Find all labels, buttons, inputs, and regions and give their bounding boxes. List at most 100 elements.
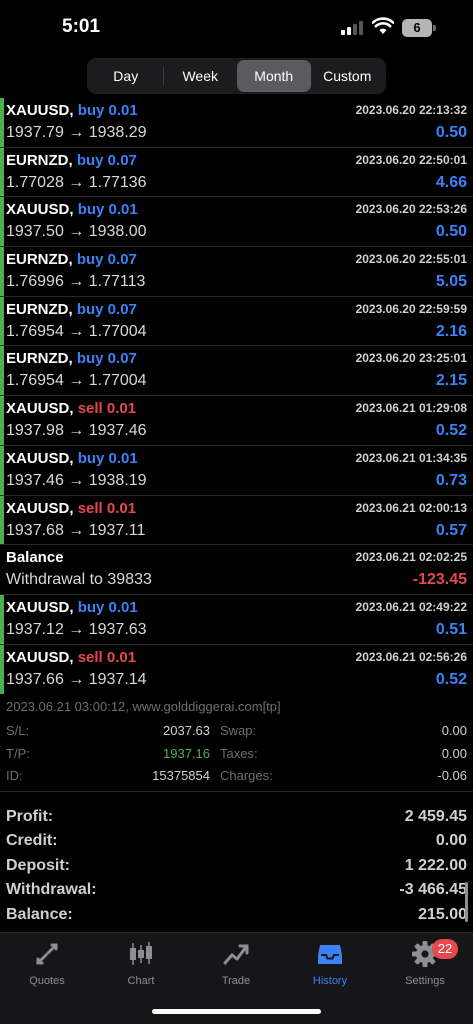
symbol: EURNZD, xyxy=(6,151,73,169)
trade-comment: 2023.06.21 03:00:12, www.golddiggerai.co… xyxy=(6,699,281,715)
scrollbar[interactable] xyxy=(465,882,468,922)
tp-label: T/P: xyxy=(6,746,30,762)
symbol: XAUUSD, xyxy=(6,201,74,219)
symbol: XAUUSD, xyxy=(6,102,74,119)
charges-value: -0.06 xyxy=(437,768,467,784)
history-row[interactable]: EURNZD, buy 0.07 2023.06.20 23:25:01 1.7… xyxy=(0,346,473,397)
trade-trend-icon xyxy=(223,944,249,965)
history-row[interactable]: EURNZD, buy 0.07 2023.06.20 22:55:01 1.7… xyxy=(0,247,473,297)
tab-label: Quotes xyxy=(29,975,65,987)
symbol: XAUUSD, xyxy=(6,499,74,517)
summary-label: Deposit: xyxy=(6,856,70,874)
profit-value: 0.57 xyxy=(435,521,467,539)
candlestick-chart-icon xyxy=(130,942,152,965)
tp-value: 1937.16 xyxy=(163,746,210,762)
sl-value: 2037.63 xyxy=(163,723,210,739)
order-side: buy 0.07 xyxy=(76,251,137,269)
battery-level: 6 xyxy=(413,20,421,35)
tab-chart[interactable]: Chart xyxy=(94,939,188,993)
close-time: 2023.06.20 22:55:01 xyxy=(355,252,467,267)
profit-value: 4.66 xyxy=(435,173,467,191)
history-row[interactable]: XAUUSD, buy 0.01 2023.06.21 01:34:35 193… xyxy=(0,445,473,496)
close-time: 2023.06.21 01:34:35 xyxy=(355,450,467,465)
tab-label: History xyxy=(312,975,348,987)
profit-value: 0.51 xyxy=(435,620,467,638)
cellular-signal-icon xyxy=(341,21,365,35)
profit-value: -123.45 xyxy=(412,571,467,589)
close-time: 2023.06.21 02:56:26 xyxy=(355,649,467,664)
history-row[interactable]: EURNZD, buy 0.07 2023.06.20 22:50:01 1.7… xyxy=(0,147,473,198)
sl-label: S/L: xyxy=(6,723,30,739)
history-row[interactable]: XAUUSD, buy 0.01 2023.06.20 22:53:26 193… xyxy=(0,197,473,248)
price-range: 1.77028 → 1.77136 xyxy=(6,173,147,191)
tab-month[interactable]: Month xyxy=(237,60,311,92)
inbox-tray-icon xyxy=(318,945,342,964)
tab-custom[interactable]: Custom xyxy=(311,60,385,92)
profit-value: 0.52 xyxy=(435,422,467,440)
swap-label: Swap: xyxy=(220,723,257,739)
summary-row-balance: Balance: 215.00 xyxy=(0,904,473,928)
settings-badge: 22 xyxy=(432,939,458,959)
price-range: 1.76996 → 1.77113 xyxy=(6,273,146,291)
symbol: XAUUSD, xyxy=(6,449,74,467)
order-side: buy 0.01 xyxy=(77,102,138,119)
history-row[interactable]: XAUUSD, buy 0.01 2023.06.20 22:13:32 193… xyxy=(0,98,473,148)
status-bar: 5:01 6 xyxy=(0,0,473,56)
close-time: 2023.06.20 22:53:26 xyxy=(355,202,467,217)
close-time: 2023.06.20 23:25:01 xyxy=(355,351,467,366)
id-label: ID: xyxy=(6,768,23,784)
price-range: 1937.79 → 1938.29 xyxy=(6,124,147,141)
summary-row-credit: Credit: 0.00 xyxy=(0,830,473,854)
summary-label: Credit: xyxy=(6,832,58,850)
history-row[interactable]: EURNZD, buy 0.07 2023.06.20 22:59:59 1.7… xyxy=(0,296,473,347)
tab-trade[interactable]: Trade xyxy=(189,939,283,993)
history-row-selected[interactable]: XAUUSD, sell 0.01 2023.06.21 02:56:26 19… xyxy=(0,644,473,695)
summary-value: 2 459.45 xyxy=(404,808,467,825)
tab-history[interactable]: History xyxy=(283,939,377,993)
tab-quotes[interactable]: Quotes xyxy=(0,939,94,993)
history-row[interactable]: XAUUSD, sell 0.01 2023.06.21 01:29:08 19… xyxy=(0,396,473,446)
price-range: 1937.50 → 1938.00 xyxy=(6,223,147,241)
close-time: 2023.06.21 01:29:08 xyxy=(355,401,467,416)
summary-row-withdrawal: Withdrawal: -3 466.45 xyxy=(0,879,473,903)
balance-title: Balance xyxy=(6,549,64,567)
symbol: EURNZD, xyxy=(6,350,73,368)
close-time: 2023.06.21 02:49:22 xyxy=(355,599,467,614)
tab-week[interactable]: Week xyxy=(164,60,238,92)
history-row[interactable]: XAUUSD, buy 0.01 2023.06.21 02:49:22 193… xyxy=(0,594,473,645)
charges-label: Charges: xyxy=(220,768,273,784)
profit-value: 0.50 xyxy=(435,223,467,241)
history-row[interactable]: XAUUSD, sell 0.01 2023.06.21 02:00:13 19… xyxy=(0,495,473,546)
account-summary: Profit: 2 459.45 Credit: 0.00 Deposit: 1… xyxy=(0,806,473,928)
close-time: 2023.06.20 22:59:59 xyxy=(355,301,467,316)
tab-label: Settings xyxy=(405,975,445,987)
summary-row-profit: Profit: 2 459.45 xyxy=(0,806,473,830)
close-time: 2023.06.21 02:02:25 xyxy=(355,550,467,565)
order-side: buy 0.07 xyxy=(76,350,137,368)
summary-value: -3 466.45 xyxy=(399,881,467,899)
profit-value: 0.52 xyxy=(435,670,467,688)
tab-day[interactable]: Day xyxy=(89,60,163,92)
tab-settings[interactable]: 22 Settings xyxy=(378,939,472,993)
order-side: buy 0.01 xyxy=(77,449,138,467)
price-range: 1937.68 → 1937.11 xyxy=(6,521,146,539)
symbol: XAUUSD, xyxy=(6,400,74,418)
profit-value: 2.15 xyxy=(435,372,467,390)
symbol: XAUUSD, xyxy=(6,648,74,666)
taxes-label: Taxes: xyxy=(220,746,258,762)
price-range: 1937.46 → 1938.19 xyxy=(6,471,147,489)
quotes-icon xyxy=(36,943,58,965)
summary-value: 215.00 xyxy=(418,905,467,923)
close-time: 2023.06.21 02:00:13 xyxy=(355,500,467,515)
summary-value: 1 222.00 xyxy=(404,856,467,874)
home-indicator[interactable] xyxy=(152,1009,321,1014)
balance-row[interactable]: Balance 2023.06.21 02:02:25 Withdrawal t… xyxy=(0,545,473,595)
tab-label: Trade xyxy=(221,975,251,987)
price-range: 1937.98 → 1937.46 xyxy=(6,422,147,440)
close-time: 2023.06.20 22:13:32 xyxy=(355,103,467,117)
status-time: 5:01 xyxy=(62,16,101,37)
taxes-value: 0.00 xyxy=(441,746,467,762)
profit-value: 0.73 xyxy=(435,471,467,489)
summary-label: Profit: xyxy=(6,808,54,825)
battery-cap xyxy=(433,25,436,31)
